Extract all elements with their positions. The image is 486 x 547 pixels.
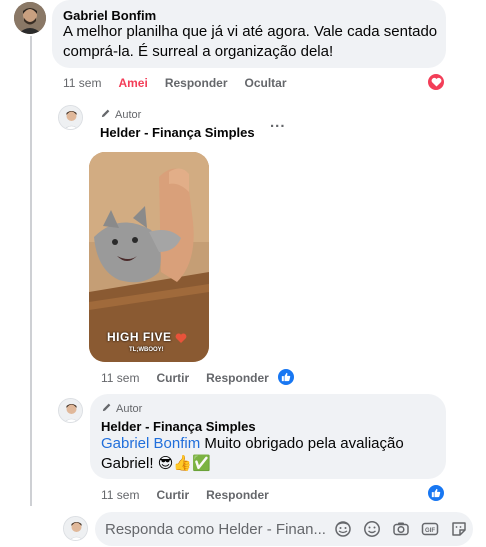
comment-text-line-1: Gabriel Bonfim Muito obrigado pela avali… — [101, 434, 404, 454]
comment-author[interactable]: Helder - Finança Simples — [100, 125, 255, 140]
comment-bubble-gabriel: Gabriel Bonfim A melhor planilha que já … — [52, 0, 446, 68]
thumbs-up-icon[interactable] — [277, 368, 295, 386]
reply-placeholder: Responda como Helder - Finan... — [105, 521, 326, 538]
gif-caption: HIGH FIVE — [107, 330, 172, 344]
heart-icon — [175, 331, 187, 343]
gif-icon[interactable]: GIF — [420, 519, 440, 539]
comment-text: Muito obrigado pela avaliação — [200, 435, 404, 452]
emoji-icon[interactable] — [362, 519, 382, 539]
comment-time[interactable]: 11 sem — [101, 371, 139, 385]
like-button[interactable]: Curtir — [156, 371, 189, 385]
author-tag: Autor — [101, 402, 142, 416]
avatar-sticker-icon[interactable] — [333, 519, 353, 539]
author-tag-label: Autor — [116, 403, 143, 415]
comment-text-line-2: Gabriel! 😎👍✅ — [101, 455, 211, 472]
reply-icon-bar: GIF — [333, 519, 469, 539]
heart-icon[interactable] — [427, 73, 445, 91]
reply-button[interactable]: Responder — [206, 488, 269, 502]
gif-subcaption: TL;WBOOY! — [129, 347, 164, 353]
avatar-helder-image — [64, 517, 87, 540]
avatar-helder[interactable] — [58, 398, 83, 423]
sticker-icon[interactable] — [449, 519, 469, 539]
more-options-icon[interactable]: ... — [270, 114, 286, 131]
avatar-helder-image — [59, 399, 82, 422]
comment-bubble-helder: Autor Helder - Finança Simples Gabriel B… — [90, 394, 446, 479]
author-tag-label: Autor — [115, 109, 142, 121]
avatar-gabriel[interactable] — [14, 2, 46, 34]
comment-time[interactable]: 11 sem — [63, 76, 101, 90]
gif-attachment[interactable]: HIGH FIVE TL;WBOOY! — [89, 152, 209, 362]
author-tag: Autor — [100, 108, 141, 122]
reply-input[interactable]: Responda como Helder - Finan... GIF — [95, 512, 473, 546]
pencil-icon — [101, 402, 112, 416]
comment-actions-gabriel: 11 sem Amei Responder Ocultar — [63, 76, 304, 90]
avatar-helder-image — [59, 106, 82, 129]
avatar-gabriel-image — [14, 2, 46, 34]
comment-text-line-1: A melhor planilha que já vi até agora. V… — [63, 23, 438, 40]
comment-author[interactable]: Helder - Finança Simples — [101, 419, 256, 434]
reply-button[interactable]: Responder — [206, 371, 269, 385]
svg-text:GIF: GIF — [425, 528, 435, 534]
love-reaction-button[interactable]: Amei — [118, 76, 147, 90]
thumbs-up-icon[interactable] — [427, 484, 445, 502]
like-button[interactable]: Curtir — [156, 488, 189, 502]
composer-avatar[interactable] — [63, 516, 88, 541]
comment-actions-helder-gif: 11 sem Curtir Responder — [101, 371, 286, 385]
thread-line — [30, 36, 32, 506]
hide-button[interactable]: Ocultar — [245, 76, 287, 90]
reply-button[interactable]: Responder — [165, 76, 228, 90]
comment-author[interactable]: Gabriel Bonfim — [63, 8, 156, 23]
comment-text-line-2: comprá-la. É surreal a organização dela! — [63, 43, 334, 60]
mention-link[interactable]: Gabriel Bonfim — [101, 435, 200, 452]
pencil-icon — [100, 108, 111, 122]
avatar-helder[interactable] — [58, 105, 83, 130]
comment-actions-helder-text: 11 sem Curtir Responder — [101, 488, 286, 502]
comment-time[interactable]: 11 sem — [101, 488, 139, 502]
camera-icon[interactable] — [391, 519, 411, 539]
